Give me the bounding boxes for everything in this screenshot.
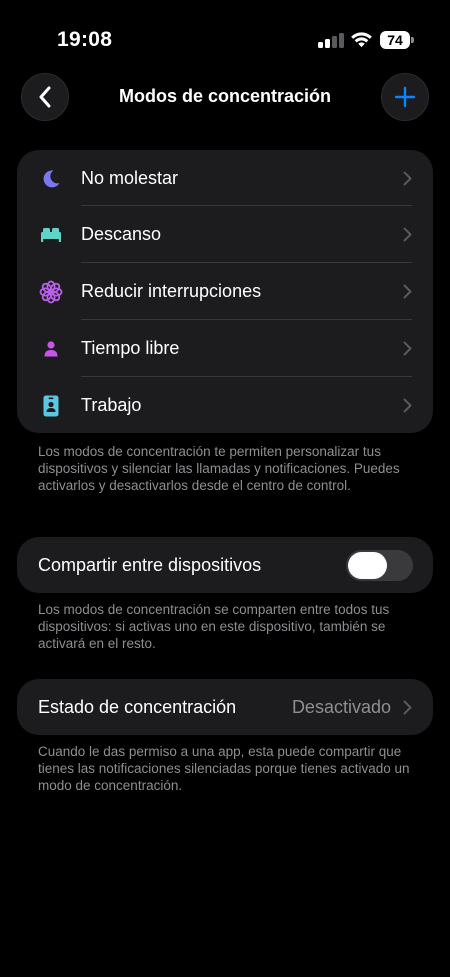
- focus-mode-reducir-interrupciones[interactable]: Reducir interrupciones: [17, 263, 433, 320]
- focus-mode-descanso[interactable]: Descanso: [17, 206, 433, 263]
- focus-status-footnote: Cuando le das permiso a una app, esta pu…: [38, 744, 410, 793]
- id-badge-icon: [39, 394, 63, 418]
- focus-status-value: Desactivado: [291, 697, 391, 717]
- cellular-signal-icon: [318, 33, 344, 48]
- share-across-devices-toggle[interactable]: [346, 550, 413, 581]
- focus-mode-label: Descanso: [81, 224, 162, 244]
- focus-mode-label: Tiempo libre: [81, 338, 180, 358]
- share-footnote: Los modos de concentración se comparten …: [38, 602, 390, 651]
- wifi-icon: [351, 32, 372, 48]
- battery-icon: 74: [380, 31, 410, 49]
- plus-icon: [394, 86, 416, 108]
- focus-mode-tiempo-libre[interactable]: Tiempo libre: [17, 320, 433, 377]
- flower-icon: [39, 280, 63, 304]
- modes-footnote: Los modos de concentración te permiten p…: [38, 444, 400, 493]
- status-bar: 19:08 74: [0, 0, 450, 70]
- focus-mode-label: No molestar: [81, 168, 179, 188]
- chevron-right-icon: [403, 227, 412, 242]
- add-focus-button[interactable]: [381, 73, 429, 121]
- battery-tip: [411, 37, 414, 43]
- screen: 19:08 74 Modos de concentración No moles…: [0, 0, 450, 977]
- focus-status-row[interactable]: Estado de concentración Desactivado: [17, 679, 433, 735]
- focus-modes-list: No molestar Descanso Reducir interrupcio…: [17, 150, 433, 433]
- person-icon: [39, 337, 63, 361]
- focus-mode-label: Trabajo: [81, 395, 142, 415]
- share-across-devices-label: Compartir entre dispositivos: [38, 555, 262, 575]
- chevron-right-icon: [403, 700, 412, 715]
- focus-mode-label: Reducir interrupciones: [81, 281, 262, 301]
- chevron-right-icon: [403, 284, 412, 299]
- chevron-right-icon: [403, 341, 412, 356]
- focus-mode-no-molestar[interactable]: No molestar: [17, 150, 433, 206]
- focus-status-label: Estado de concentración: [38, 697, 237, 717]
- share-across-devices-row: Compartir entre dispositivos: [17, 537, 433, 593]
- chevron-right-icon: [403, 398, 412, 413]
- toggle-knob: [348, 552, 387, 579]
- focus-mode-trabajo[interactable]: Trabajo: [17, 377, 433, 434]
- status-time: 19:08: [57, 28, 113, 51]
- moon-icon: [39, 167, 63, 191]
- chevron-right-icon: [403, 171, 412, 186]
- bed-icon: [39, 223, 63, 247]
